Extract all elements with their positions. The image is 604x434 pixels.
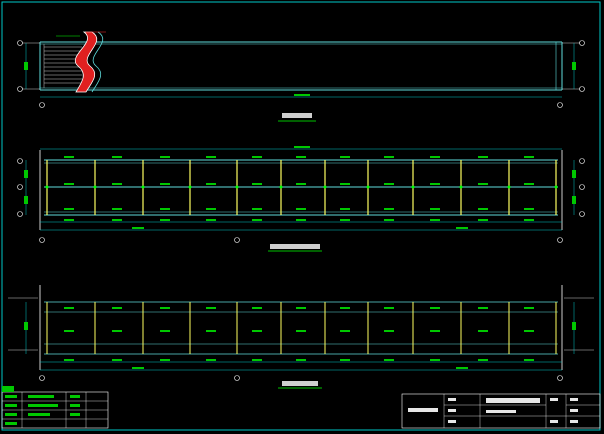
- legend-table: [1, 386, 109, 429]
- stair-icon: [43, 31, 104, 93]
- plan-caption: [282, 113, 312, 118]
- title-block: [401, 393, 601, 429]
- plan-view: [17, 31, 585, 122]
- cad-drawing-sheet: [1, 1, 601, 431]
- truss-section-caption: [282, 381, 318, 386]
- truss-elevation-view: [17, 146, 585, 252]
- drawing-frame: [1, 1, 601, 431]
- truss-elevation-caption: [270, 244, 320, 249]
- circle-axis-icon: [17, 40, 585, 92]
- truss-section-view: [8, 285, 594, 389]
